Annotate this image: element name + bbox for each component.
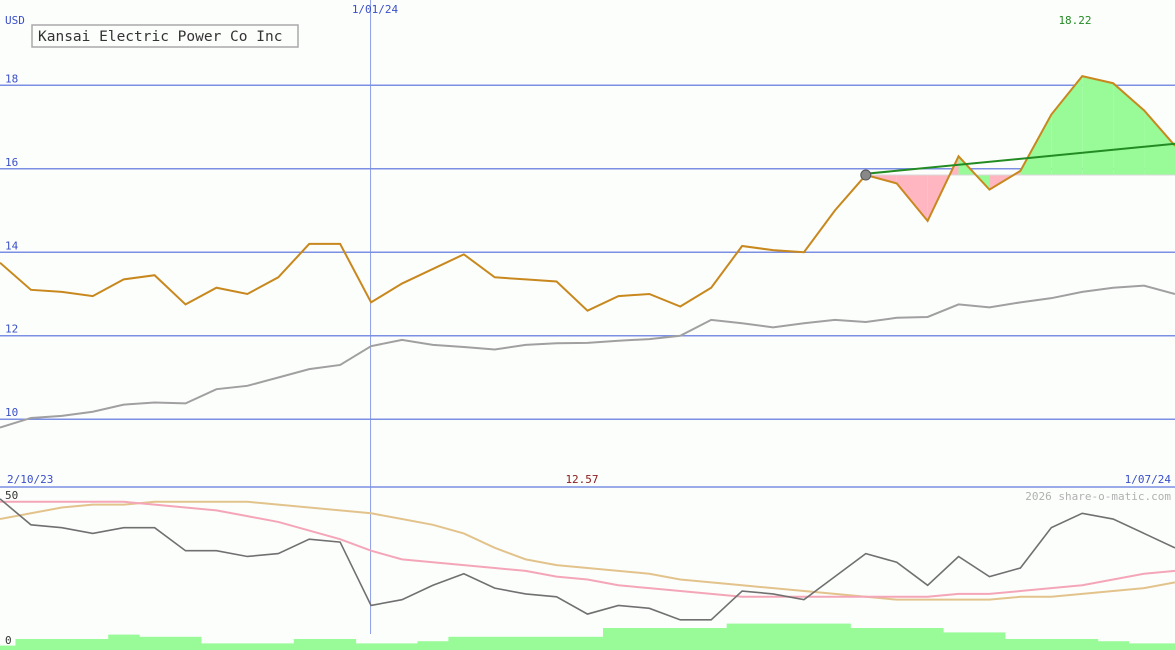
price-tick-label: 12 [5,323,18,336]
volume-bar [1097,641,1130,650]
copyright-label: 2026 share-o-matic.com [1025,490,1171,503]
volume-bar [943,632,975,650]
fill-segment [1051,76,1083,176]
volume-bar [541,636,573,650]
price-grid: 10 12 14 16 18 [0,0,1175,634]
price-line [0,75,1175,312]
low-price-label: 12.57 [565,473,598,486]
osc-slow-line [0,500,1175,601]
volume-bar [974,632,1006,650]
volume-bar [108,634,140,650]
volume-bar [200,643,233,650]
volume-bar [788,623,820,650]
volume-bar [262,643,295,650]
average-line [0,284,1175,429]
volume-bar [912,628,944,650]
volume-bar [881,628,913,650]
fill-segment [1144,110,1175,176]
start-date-label: 2/10/23 [7,473,53,486]
price-tick-label: 16 [5,156,18,169]
volume-bar [170,636,202,650]
volume-bar [572,636,604,650]
volume-bar [726,623,759,650]
osc-fast-line [0,500,1175,598]
end-date-label: 1/07/24 [1125,473,1172,486]
volume-bar [139,636,171,650]
volume-bar [1066,639,1099,650]
price-tick-label: 10 [5,406,18,419]
volume-bar [355,643,388,650]
date-marker-label: 1/01/24 [352,3,399,16]
reference-point-marker [860,169,872,181]
volume-bar [293,639,326,650]
oscillator-line [0,498,1175,621]
volume-bar [324,639,357,650]
stock-chart: 10 12 14 16 18 50 0 USD Kansai Electric Power… [0,0,1175,650]
volume-bar [46,639,78,650]
volume-bar [448,636,480,650]
volume-bar [664,628,697,650]
fill-segment [1082,76,1114,176]
volume-bar [417,641,449,650]
volume-bar [1004,639,1037,650]
high-price-label: 18.22 [1058,14,1091,27]
volume-bar [602,628,635,650]
oscillator-panel: 50 0 [0,489,1175,650]
volume-bar [231,643,264,650]
volume-bar [1159,643,1175,650]
volume-bar [77,639,109,650]
volume-bar [1035,639,1068,650]
osc-tick-label: 50 [5,489,18,502]
volume-bar [15,639,47,650]
chart-title: Kansai Electric Power Co Inc [38,29,282,45]
volume-bar [633,628,666,650]
volume-bar [850,628,882,650]
volume-bar [386,643,418,650]
volume-bar [819,623,851,650]
currency-label: USD [5,14,25,27]
osc-tick-label: 0 [5,634,12,647]
volume-bar [695,628,728,650]
volume-bar [1128,643,1161,650]
volume-bar [510,636,542,650]
volume-bar [479,636,511,650]
price-tick-label: 14 [5,239,19,252]
volume-bar [757,623,789,650]
price-tick-label: 18 [5,72,18,85]
